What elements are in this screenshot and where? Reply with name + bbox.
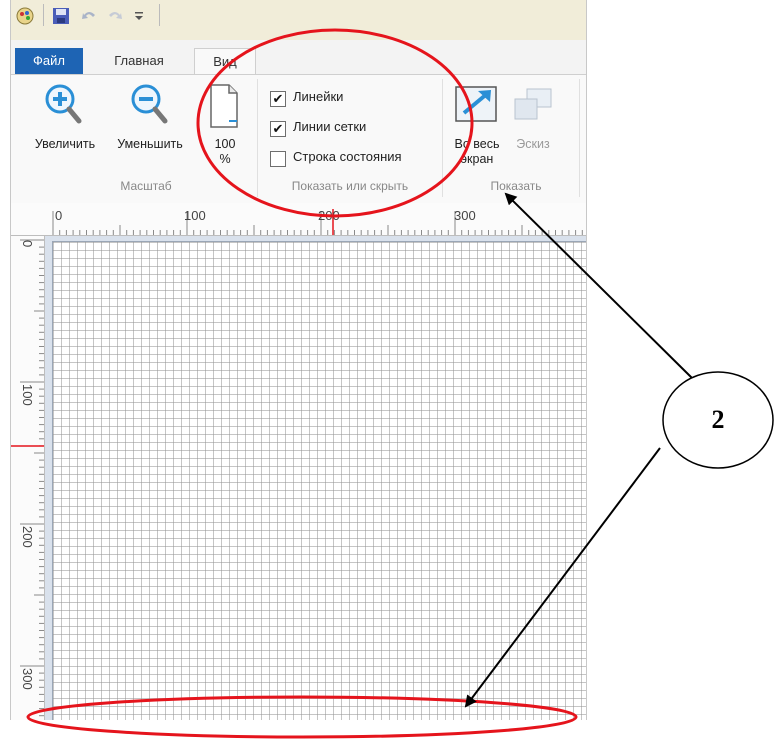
drawing-canvas[interactable] <box>53 242 586 720</box>
hruler-label: 100 <box>184 208 206 223</box>
tab-file[interactable]: Файл <box>15 48 83 74</box>
horizontal-ruler-ticks <box>52 209 583 235</box>
vruler-label: 300 <box>20 668 35 690</box>
zoom-out-button[interactable]: Уменьшить <box>108 137 192 152</box>
horizontal-ruler: 0 100 200 300 <box>11 203 586 236</box>
group-separator <box>442 79 443 197</box>
tab-home[interactable]: Главная <box>95 48 183 74</box>
fullscreen-label-line2: экран <box>460 152 494 166</box>
group-separator <box>257 79 258 197</box>
status-bar-checkbox[interactable] <box>270 151 286 167</box>
zoom-in-icon[interactable] <box>43 83 83 130</box>
vertical-ruler-ticks <box>11 239 44 717</box>
redo-icon[interactable] <box>105 6 125 31</box>
qat-separator <box>43 4 44 26</box>
zoom-group-label: Масштаб <box>120 179 172 193</box>
display-group-label: Показать <box>490 179 542 193</box>
rulers-checkbox[interactable]: ✔ <box>270 91 286 107</box>
zoom-out-icon[interactable] <box>129 83 169 130</box>
vruler-label: 200 <box>20 526 35 548</box>
undo-icon[interactable] <box>79 6 99 31</box>
zoom-in-button[interactable]: Увеличить <box>25 137 105 152</box>
hruler-label: 300 <box>454 208 476 223</box>
paint-app-icon[interactable] <box>15 6 35 31</box>
zoom-100-unit: % <box>219 152 231 166</box>
qat-separator <box>159 4 160 26</box>
gridlines-checkbox[interactable]: ✔ <box>270 121 286 137</box>
fullscreen-button[interactable]: Во весь экран <box>448 137 506 167</box>
zoom-100-button[interactable]: 100 % <box>207 137 243 167</box>
paint-window: Файл Главная Вид Увеличить Уменьшить 100… <box>10 0 587 720</box>
thumbnail-button[interactable]: Эскиз <box>509 137 557 152</box>
canvas-area[interactable] <box>45 236 586 720</box>
save-icon[interactable] <box>51 6 71 31</box>
callout-number: 2 <box>711 405 725 434</box>
fullscreen-label-line1: Во весь <box>454 137 500 151</box>
zoom-100-value: 100 <box>214 137 236 151</box>
quick-access-toolbar <box>11 0 586 40</box>
ribbon-view: Увеличить Уменьшить 100 % Масштаб ✔ Лине… <box>11 74 586 204</box>
rulers-label[interactable]: Линейки <box>293 89 343 104</box>
group-separator <box>579 79 580 197</box>
vruler-label: 0 <box>20 240 35 248</box>
fullscreen-icon[interactable] <box>454 85 498 128</box>
status-bar-label[interactable]: Строка состояния <box>293 149 402 164</box>
gridlines-label[interactable]: Линии сетки <box>293 119 366 134</box>
customize-qat-icon[interactable] <box>133 9 145 27</box>
ribbon-tabs: Файл Главная Вид <box>11 40 586 75</box>
show-hide-group-label: Показать или скрыть <box>291 179 409 193</box>
vertical-ruler: 0 100 200 300 <box>11 236 45 720</box>
thumbnail-icon[interactable] <box>513 87 553 126</box>
hruler-label: 0 <box>55 208 63 223</box>
hruler-label: 200 <box>318 208 340 223</box>
page-100-icon[interactable] <box>207 83 241 134</box>
tab-view[interactable]: Вид <box>194 48 256 75</box>
vruler-label: 100 <box>20 384 35 406</box>
